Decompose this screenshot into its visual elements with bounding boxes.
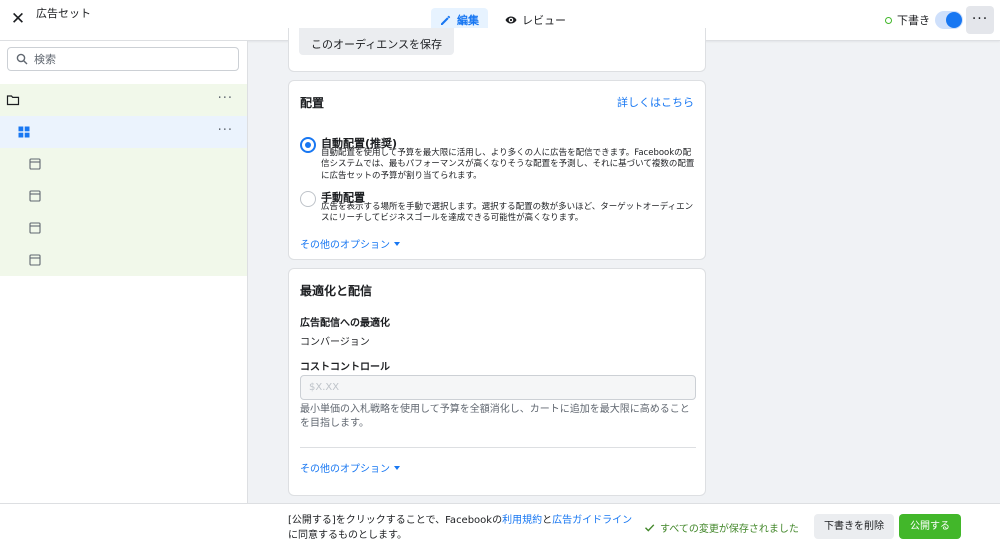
tree-row-ad[interactable] <box>0 212 247 244</box>
page-title: 広告セット <box>36 7 91 20</box>
terms-of-service-link[interactable]: 利用規約 <box>502 515 542 526</box>
close-icon: ✕ <box>10 9 26 29</box>
footer-bar: [公開する]をクリックすることで、Facebookの利用規約と広告ガイドラインに… <box>0 503 1000 549</box>
tree-row-campaign[interactable]: ··· <box>0 84 247 116</box>
optimization-card: 最適化と配信 広告配信への最適化 コンバージョン コストコントロール 最小単価の… <box>288 268 706 496</box>
tab-review-label: レビュー <box>522 14 566 27</box>
status-dot-icon <box>885 16 892 24</box>
ad-icon <box>29 222 41 234</box>
more-options-label: その他のオプション <box>300 240 390 251</box>
caret-down-icon <box>394 465 400 470</box>
cost-control-help: 最小単価の入札戦略を使用して予算を全額消化し、カートに追加を最大限に高めることを… <box>300 404 690 429</box>
manual-placements-radio[interactable] <box>300 191 316 207</box>
tree-row-adset[interactable]: ··· <box>0 116 247 148</box>
optimization-title: 最適化と配信 <box>300 284 373 298</box>
divider <box>300 447 696 448</box>
cost-control-label: コストコントロール <box>300 362 390 373</box>
close-button[interactable]: ✕ <box>8 9 28 29</box>
terms-notice: [公開する]をクリックすることで、Facebookの利用規約と広告ガイドラインに… <box>288 513 638 543</box>
eye-icon <box>505 16 517 24</box>
campaign-tree: ··· ··· <box>0 84 247 276</box>
terms-text: に同意するものとします。 <box>288 530 407 541</box>
saved-status-text: すべての変更が保存されました <box>660 524 799 535</box>
learn-more-link[interactable]: 詳しくはこちら <box>617 94 694 110</box>
ad-icon <box>29 158 41 170</box>
placements-title: 配置 <box>300 96 325 110</box>
search-icon <box>16 53 28 65</box>
caret-down-icon <box>394 241 400 246</box>
more-options-label: その他のオプション <box>300 464 390 475</box>
ad-icon <box>29 254 41 266</box>
toggle-knob <box>946 12 962 28</box>
grid-icon <box>18 126 30 138</box>
search-input[interactable] <box>34 52 229 66</box>
saved-status: すべての変更が保存されました <box>644 520 799 535</box>
row-more-icon[interactable]: ··· <box>218 124 233 138</box>
more-options-button[interactable]: ··· <box>966 6 994 34</box>
pencil-icon <box>441 15 451 25</box>
auto-placements-description: 自動配置を使用して予算を最大限に活用し、より多くの人に広告を配信できます。Fac… <box>321 148 695 181</box>
publish-button[interactable]: 公開する <box>899 514 961 539</box>
search-box[interactable] <box>7 47 239 71</box>
placements-more-options[interactable]: その他のオプション <box>300 236 400 251</box>
manual-placements-description: 広告を表示する場所を手動で選択します。選択する配置の数が多いほど、ターゲットオー… <box>321 202 694 224</box>
delivery-optimization-label: 広告配信への最適化 <box>300 318 390 329</box>
delete-draft-button[interactable]: 下書きを削除 <box>814 514 894 539</box>
save-audience-button[interactable]: このオーディエンスを保存 <box>299 28 455 55</box>
tree-row-ad[interactable] <box>0 244 247 276</box>
cost-control-input[interactable] <box>300 375 696 400</box>
auto-placements-radio[interactable] <box>300 137 316 153</box>
ad-guidelines-link[interactable]: 広告ガイドライン <box>552 515 632 526</box>
placements-card: 配置 詳しくはこちら 自動配置(推奨) 自動配置を使用して予算を最大限に活用し、… <box>288 80 706 260</box>
tree-row-ad[interactable] <box>0 180 247 212</box>
ad-icon <box>29 190 41 202</box>
draft-status: 下書き <box>885 12 930 28</box>
row-more-icon[interactable]: ··· <box>218 92 233 106</box>
on-off-toggle[interactable] <box>935 11 963 29</box>
ellipsis-icon: ··· <box>971 11 989 27</box>
terms-text: と <box>542 515 553 526</box>
tab-edit-label: 編集 <box>457 14 479 27</box>
tree-row-ad[interactable] <box>0 148 247 180</box>
terms-text: [公開する]をクリックすることで、Facebookの <box>288 515 503 526</box>
sidebar: ··· ··· <box>0 41 248 503</box>
draft-label: 下書き <box>897 14 930 27</box>
folder-icon <box>6 95 20 106</box>
audience-card: このオーディエンスを保存 <box>288 28 706 72</box>
delivery-optimization-value[interactable]: コンバージョン <box>300 333 370 348</box>
check-icon <box>645 524 655 532</box>
optimization-more-options[interactable]: その他のオプション <box>300 460 400 475</box>
